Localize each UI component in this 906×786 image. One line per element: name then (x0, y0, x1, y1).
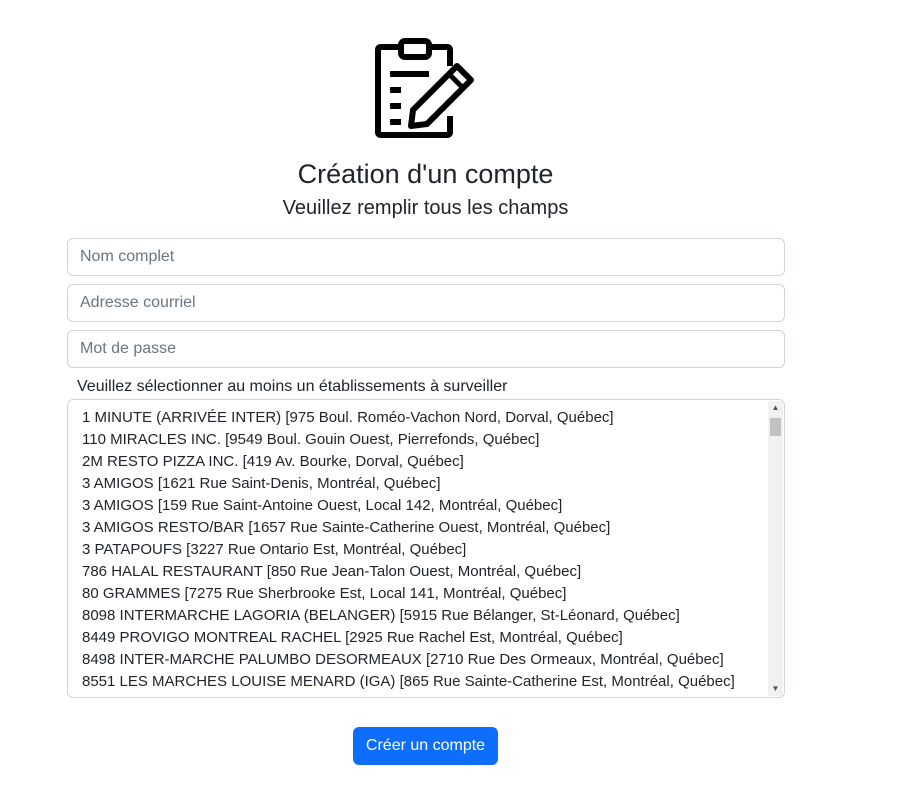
establishment-option[interactable]: 3 AMIGOS [1621 Rue Saint-Denis, Montréal… (82, 473, 764, 495)
establishment-option[interactable]: 110 MIRACLES INC. [9549 Boul. Gouin Oues… (82, 429, 764, 451)
establishment-option[interactable]: 80 GRAMMES [7275 Rue Sherbrooke Est, Loc… (82, 583, 764, 605)
establishment-option[interactable]: 2M RESTO PIZZA INC. [419 Av. Bourke, Dor… (82, 451, 764, 473)
full-name-input[interactable] (67, 238, 785, 276)
establishment-option[interactable]: 8498 INTER-MARCHE PALUMBO DESORMEAUX [27… (82, 649, 764, 671)
establishment-option[interactable]: 8449 PROVIGO MONTREAL RACHEL [2925 Rue R… (82, 627, 764, 649)
page-subtitle: Veuillez remplir tous les champs (282, 197, 569, 219)
password-input[interactable] (67, 330, 785, 368)
scroll-down-arrow-icon[interactable]: ▼ (768, 682, 783, 696)
establishment-option[interactable]: 3 PATAPOUFS [3227 Rue Ontario Est, Montr… (82, 539, 764, 561)
clipboard-edit-icon (375, 38, 474, 138)
email-input[interactable] (67, 284, 785, 322)
establishment-option[interactable]: 3 AMIGOS [159 Rue Saint-Antoine Ouest, L… (82, 495, 764, 517)
establishments-label: Veuillez sélectionner au moins un établi… (77, 378, 508, 395)
scroll-up-arrow-icon[interactable]: ▲ (768, 401, 783, 415)
establishment-option[interactable]: 3 AMIGOS RESTO/BAR [1657 Rue Sainte-Cath… (82, 517, 764, 539)
page-title: Création d'un compte (297, 159, 554, 189)
establishment-option[interactable]: 8551 LES MARCHES LOUISE MENARD (IGA) [86… (82, 671, 764, 693)
listbox-scrollbar[interactable]: ▲ ▼ (768, 401, 783, 696)
create-account-button[interactable]: Créer un compte (353, 727, 498, 765)
establishments-multiselect[interactable]: 1 MINUTE (ARRIVÉE INTER) [975 Boul. Romé… (67, 399, 785, 698)
establishment-option[interactable]: 8098 INTERMARCHE LAGORIA (BELANGER) [591… (82, 605, 764, 627)
establishments-options: 1 MINUTE (ARRIVÉE INTER) [975 Boul. Romé… (82, 407, 764, 697)
establishment-option[interactable]: 1 MINUTE (ARRIVÉE INTER) [975 Boul. Romé… (82, 407, 764, 429)
scrollbar-thumb[interactable] (770, 418, 781, 436)
establishment-option[interactable]: 786 HALAL RESTAURANT [850 Rue Jean-Talon… (82, 561, 764, 583)
account-creation-page: Création d'un compte Veuillez remplir to… (0, 0, 906, 786)
